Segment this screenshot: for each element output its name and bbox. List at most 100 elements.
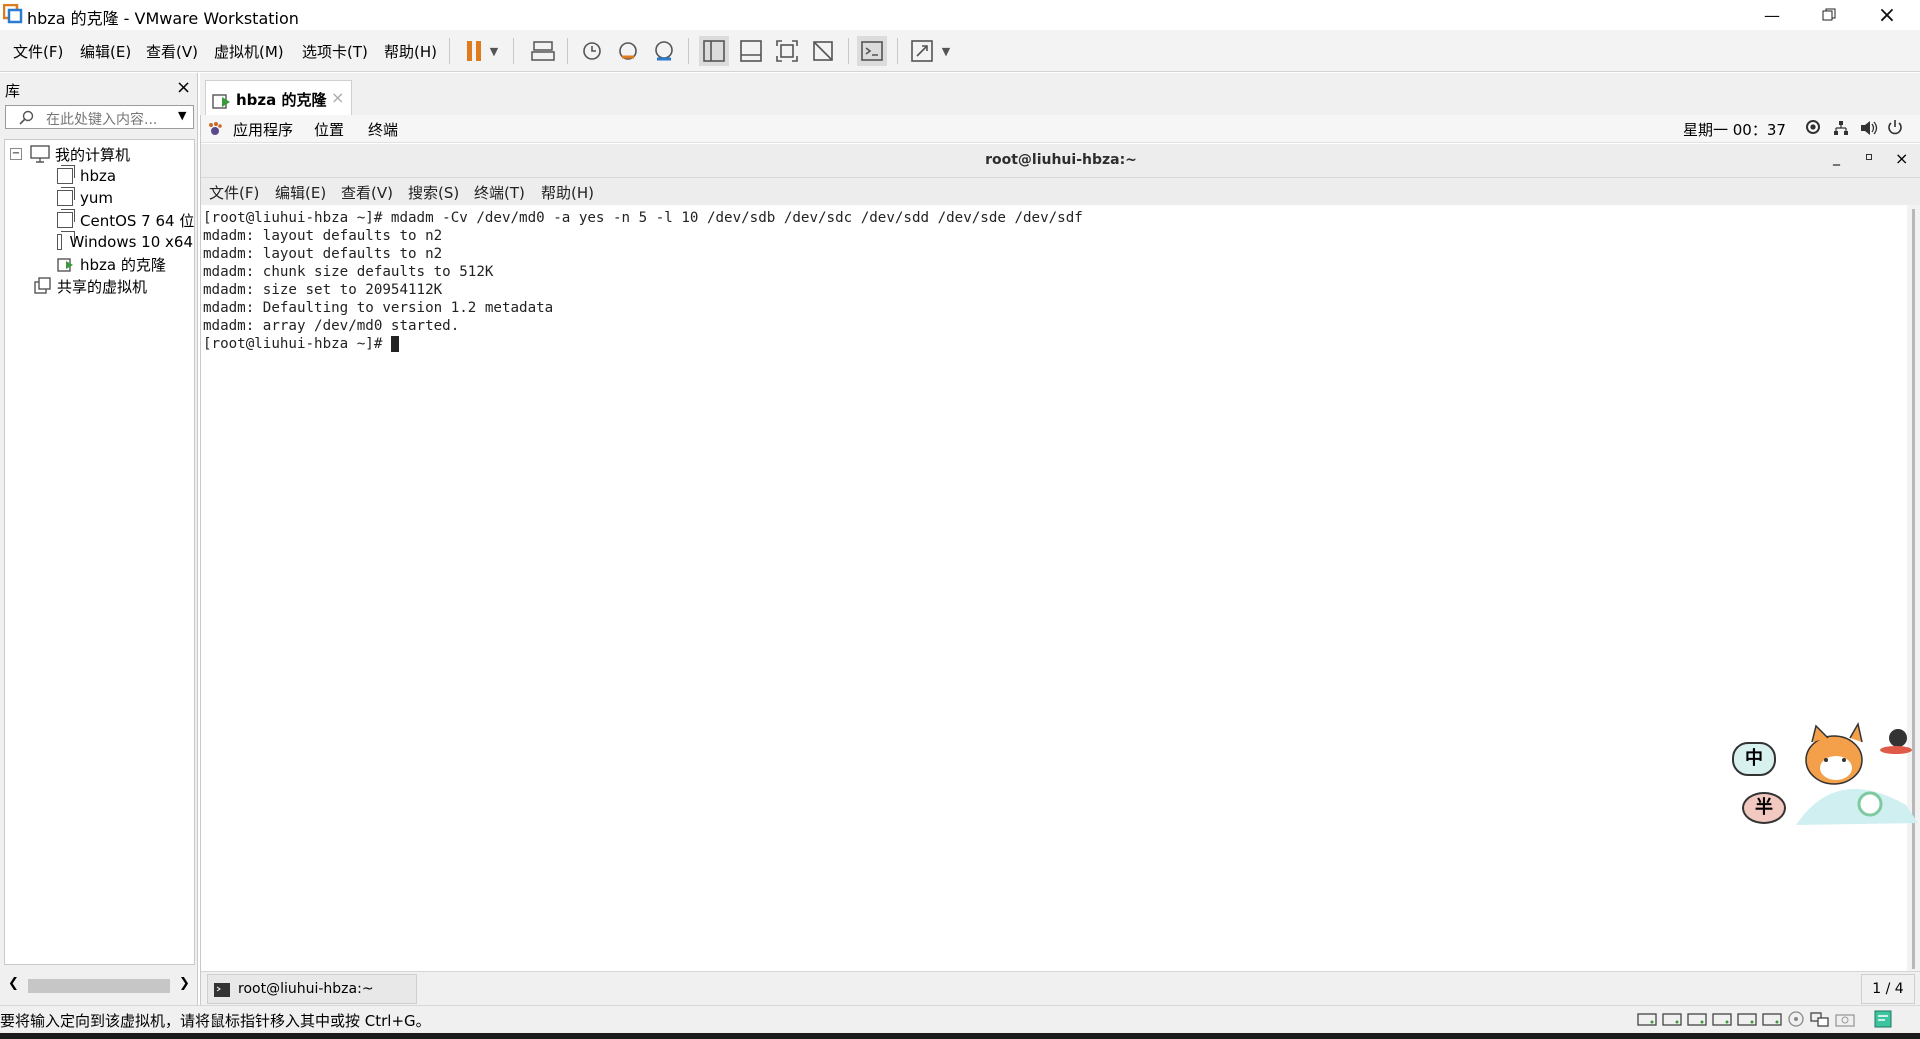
terminal-menu-edit[interactable]: 编辑(E) bbox=[275, 182, 326, 203]
chevron-down-icon[interactable]: ▼ bbox=[178, 109, 186, 122]
menu-help[interactable]: 帮助(H) bbox=[384, 41, 437, 62]
terminal-menu-help[interactable]: 帮助(H) bbox=[541, 182, 594, 203]
hard-disk-icon[interactable] bbox=[1687, 1011, 1707, 1027]
gnome-foot-icon bbox=[209, 122, 222, 135]
menu-view[interactable]: 查看(V) bbox=[146, 41, 198, 62]
tree-label: Windows 10 x64 bbox=[69, 233, 193, 251]
title-bar: hbza 的克隆 - VMware Workstation — × bbox=[0, 0, 1920, 30]
shared-vms-icon bbox=[34, 277, 51, 294]
snapshot-button[interactable] bbox=[577, 36, 607, 66]
tree-label: hbza 的克隆 bbox=[80, 255, 166, 274]
hard-disk-icon[interactable] bbox=[1637, 1011, 1657, 1027]
guest-display[interactable]: 应用程序 位置 终端 星期一 00：37 root@liuhui-hbza:~ … bbox=[200, 115, 1920, 1005]
ime-halfwidth-indicator[interactable]: 半 bbox=[1742, 792, 1786, 824]
snapshot-manager-icon bbox=[655, 41, 673, 61]
menu-tabs[interactable]: 选项卡(T) bbox=[302, 41, 368, 62]
show-library-button[interactable] bbox=[699, 36, 729, 66]
terminal-close-button[interactable]: × bbox=[1895, 149, 1908, 168]
thumbnail-bar-button[interactable] bbox=[736, 36, 766, 66]
library-search-placeholder: 在此处键入内容... bbox=[46, 112, 158, 128]
scrollbar-thumb[interactable] bbox=[1912, 209, 1915, 969]
scrollbar-thumb[interactable] bbox=[28, 979, 170, 993]
taskbar-item-terminal[interactable]: root@liuhui-hbza:~ bbox=[207, 974, 417, 1004]
scroll-right-icon[interactable]: ❯ bbox=[179, 976, 190, 991]
tree-label: hbza bbox=[80, 167, 117, 185]
tab-hbza-clone[interactable]: hbza 的克隆 × bbox=[205, 80, 352, 116]
terminal-maximize-button[interactable] bbox=[1866, 154, 1872, 160]
stretch-icon bbox=[911, 40, 933, 62]
power-dropdown-button[interactable]: ▼ bbox=[484, 36, 504, 66]
places-menu[interactable]: 位置 bbox=[314, 119, 344, 140]
stretch-guest-button[interactable] bbox=[907, 36, 937, 66]
minimize-button[interactable]: — bbox=[1743, 0, 1801, 30]
snapshot-manager-button[interactable] bbox=[649, 36, 679, 66]
menu-edit[interactable]: 编辑(E) bbox=[80, 41, 131, 62]
console-view-button[interactable] bbox=[857, 36, 887, 66]
tree-item-vm[interactable]: Windows 10 x64 bbox=[57, 231, 193, 253]
hard-disk-icon[interactable] bbox=[1662, 1011, 1682, 1027]
terminal-prompt: [root@liuhui-hbza ~]# bbox=[203, 336, 391, 352]
library-tree: − 我的计算机 hbza yum CentOS 7 64 位 Windows 1… bbox=[4, 139, 195, 965]
library-close-button[interactable]: × bbox=[176, 77, 191, 98]
terminal-menu-search[interactable]: 搜索(S) bbox=[408, 182, 459, 203]
message-log-icon[interactable] bbox=[1873, 1009, 1893, 1029]
vm-icon bbox=[57, 165, 75, 184]
applications-menu[interactable]: 应用程序 bbox=[233, 119, 293, 140]
ime-mascot-overlay[interactable]: 中 半 bbox=[1726, 720, 1920, 845]
host-taskbar-strip bbox=[0, 1033, 1920, 1039]
ime-chinese-mode-indicator[interactable]: 中 bbox=[1732, 742, 1776, 776]
hard-disk-icon[interactable] bbox=[1762, 1011, 1782, 1027]
cd-rom-icon[interactable] bbox=[1787, 1011, 1805, 1027]
toolbar-separator bbox=[567, 38, 568, 64]
power-icon[interactable] bbox=[1887, 119, 1903, 136]
restore-button[interactable] bbox=[1800, 0, 1858, 30]
terminal-minimize-button[interactable]: _ bbox=[1833, 150, 1840, 166]
network-adapter-icon[interactable] bbox=[1810, 1011, 1830, 1027]
clock[interactable]: 星期一 00：37 bbox=[1683, 119, 1786, 140]
library-panel: 库 × 在此处键入内容... ▼ − 我的计算机 hbza yum CentOS… bbox=[0, 73, 198, 1005]
toolbar-separator bbox=[513, 38, 514, 64]
network-icon[interactable] bbox=[1833, 120, 1849, 136]
scroll-left-icon[interactable]: ❮ bbox=[8, 976, 19, 991]
tree-item-shared-vms[interactable]: 共享的虚拟机 bbox=[34, 275, 147, 297]
workspace-switcher[interactable]: 1 / 4 bbox=[1861, 974, 1915, 1004]
terminal-line: [root@liuhui-hbza ~]# mdadm -Cv /dev/md0… bbox=[203, 210, 1083, 226]
terminal-title: root@liuhui-hbza:~ bbox=[985, 152, 1137, 168]
tab-close-button[interactable]: × bbox=[331, 88, 344, 107]
terminal-menu-terminal[interactable]: 终端(T) bbox=[474, 182, 525, 203]
tree-label: CentOS 7 64 位 bbox=[80, 211, 195, 230]
toolbar-separator bbox=[848, 38, 849, 64]
hard-disk-icon[interactable] bbox=[1712, 1011, 1732, 1027]
unity-mode-button[interactable] bbox=[808, 36, 838, 66]
tree-item-my-computer[interactable]: − 我的计算机 bbox=[10, 143, 130, 165]
terminal-app-menu[interactable]: 终端 bbox=[368, 119, 398, 140]
menu-file[interactable]: 文件(F) bbox=[13, 41, 63, 62]
tree-item-vm-running[interactable]: hbza 的克隆 bbox=[57, 253, 166, 275]
revert-snapshot-button[interactable] bbox=[613, 36, 643, 66]
tree-item-vm[interactable]: CentOS 7 64 位 bbox=[57, 209, 194, 231]
record-icon[interactable] bbox=[1806, 120, 1820, 134]
tree-item-vm[interactable]: yum bbox=[57, 187, 113, 209]
send-ctrl-alt-del-button[interactable] bbox=[528, 36, 558, 66]
stretch-dropdown-button[interactable]: ▼ bbox=[936, 36, 956, 66]
terminal-output[interactable]: [root@liuhui-hbza ~]# mdadm -Cv /dev/md0… bbox=[201, 205, 1907, 975]
collapse-toggle-icon[interactable]: − bbox=[10, 148, 22, 160]
camera-icon[interactable] bbox=[1835, 1011, 1855, 1027]
running-vm-icon bbox=[57, 258, 73, 272]
close-window-button[interactable]: × bbox=[1858, 0, 1916, 30]
vm-icon bbox=[57, 209, 75, 228]
computer-icon bbox=[30, 145, 50, 163]
hard-disk-icon[interactable] bbox=[1737, 1011, 1757, 1027]
terminal-menu-view[interactable]: 查看(V) bbox=[341, 182, 393, 203]
library-search-field[interactable]: 在此处键入内容... ▼ bbox=[5, 105, 194, 129]
terminal-menu-file[interactable]: 文件(F) bbox=[209, 182, 259, 203]
menu-vm[interactable]: 虚拟机(M) bbox=[214, 41, 284, 62]
library-horizontal-scrollbar[interactable]: ❮ ❯ bbox=[4, 974, 195, 996]
terminal-scrollbar[interactable] bbox=[1907, 205, 1920, 975]
volume-icon[interactable] bbox=[1860, 120, 1878, 136]
status-bar: 要将输入定向到该虚拟机，请将鼠标指针移入其中或按 Ctrl+G。 bbox=[0, 1005, 1920, 1033]
library-header: 库 × bbox=[0, 73, 198, 103]
full-screen-button[interactable] bbox=[772, 36, 802, 66]
tree-item-vm[interactable]: hbza bbox=[57, 165, 116, 187]
terminal-line: mdadm: Defaulting to version 1.2 metadat… bbox=[203, 300, 554, 316]
